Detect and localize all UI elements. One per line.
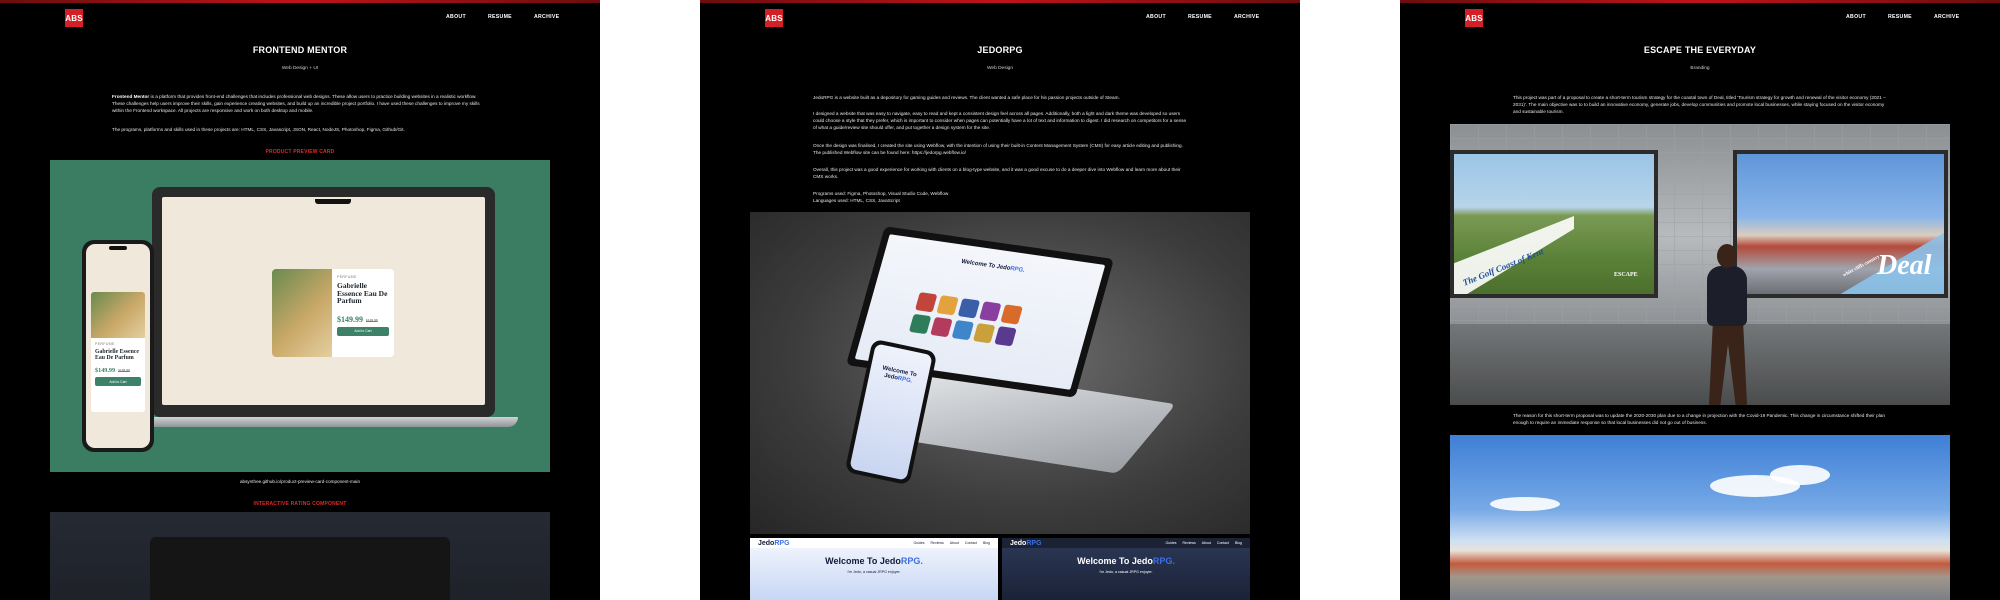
nav-resume[interactable]: RESUME: [488, 14, 512, 20]
site-brand[interactable]: JedoRPG: [1010, 540, 1042, 547]
project-link[interactable]: absynthee.github.io/product-preview-card…: [0, 479, 600, 484]
device-mockup-image: Welcome To JedoRPG. Welcome To JedoRPG.: [750, 212, 1250, 534]
product-price: $149.99: [95, 367, 116, 374]
site-nav-link[interactable]: About: [950, 541, 959, 545]
product-category: PERFUME: [95, 342, 115, 346]
site-nav-link[interactable]: About: [1202, 541, 1211, 545]
panel-frontend-mentor: ABS ABOUT RESUME ARCHIVE FRONTEND MENTOR…: [0, 0, 600, 600]
site-hero-heading: Welcome To JedoRPG.: [960, 258, 1026, 274]
site-navbar: JedoRPG Guides Reviews About Contact Blo…: [1002, 538, 1250, 548]
billboard-deal: white cliffs country Deal: [1733, 150, 1948, 298]
site-nav-link[interactable]: Guides: [1165, 541, 1176, 545]
page-subtitle: Web Design: [986, 66, 1014, 71]
abs-logo[interactable]: ABS: [1465, 9, 1483, 27]
intro-bold: Frontend Mentor: [112, 94, 150, 99]
section-heading-rating-component: INTERACTIVE RATING COMPONENT: [253, 501, 347, 507]
product-old-price: $169.99: [366, 318, 378, 323]
site-nav-link[interactable]: Blog: [983, 541, 990, 545]
product-card-desktop: PERFUME Gabrielle Essence Eau De Parfum …: [272, 269, 394, 357]
nav-archive[interactable]: ARCHIVE: [534, 14, 559, 20]
rating-component-mockup: [50, 512, 550, 600]
abs-logo[interactable]: ABS: [65, 9, 83, 27]
nav-archive[interactable]: ARCHIVE: [1934, 14, 1959, 20]
intro-paragraph: Frontend Mentor is a platform that provi…: [112, 93, 487, 114]
product-price: $149.99: [337, 314, 363, 324]
product-card-mobile: PERFUME Gabrielle Essence Eau De Parfum …: [91, 292, 145, 412]
billboard-right-headline: Deal: [1877, 250, 1932, 281]
nav-about[interactable]: ABOUT: [1146, 14, 1166, 20]
nav-about[interactable]: ABOUT: [1846, 14, 1866, 20]
site-hero-subtitle: I'm Jedo, a casual JRPG enjoyer.: [1099, 570, 1153, 574]
product-old-price: $169.99: [118, 369, 130, 373]
main-nav: ABOUT RESUME ARCHIVE: [1146, 14, 1259, 20]
laptop-mockup: [150, 537, 450, 600]
site-hero-subtitle: I'm Jedo, a casual JRPG enjoyer.: [847, 570, 901, 574]
intro-text: is a platform that provides front-end ch…: [112, 94, 480, 113]
programs-paragraph: Programs used: Figma, Photoshop, Visual …: [813, 191, 949, 203]
site-nav-link[interactable]: Contact: [965, 541, 977, 545]
panel-jedorpg: ABS ABOUT RESUME ARCHIVE JEDORPG Web Des…: [700, 0, 1300, 600]
coastal-town-photo: [1450, 435, 1950, 600]
site-hero-heading: Welcome To JedoRPG.: [881, 365, 918, 385]
skills-paragraph: The programs, platforms and skills used …: [112, 127, 405, 132]
site-brand[interactable]: JedoRPG: [758, 540, 790, 547]
billboard-photo: The Golf Coast of Kent ESCAPE white clif…: [1450, 124, 1950, 405]
description-paragraph: JedoRPG is a website built as a deposito…: [813, 95, 1120, 100]
walking-person: [1697, 244, 1759, 405]
perfume-image: [91, 292, 145, 338]
product-name: Gabrielle Essence Eau De Parfum: [95, 349, 139, 361]
site-nav-link[interactable]: Contact: [1217, 541, 1229, 545]
intro-paragraph: This project was part of a proposal to c…: [1513, 95, 1886, 114]
phone-mockup: PERFUME Gabrielle Essence Eau De Parfum …: [82, 240, 154, 452]
product-name: Gabrielle Essence Eau De Parfum: [337, 281, 388, 305]
site-hero-heading: Welcome To JedoRPG.: [1077, 556, 1175, 566]
description-paragraph: Once the design was finalised, I created…: [813, 143, 1183, 155]
site-hero-heading: Welcome To JedoRPG.: [825, 556, 923, 566]
page-title: JEDORPG: [977, 45, 1023, 55]
page-subtitle: Web Design + UI: [281, 66, 319, 71]
billboard-golf-coast: The Golf Coast of Kent ESCAPE: [1450, 150, 1658, 298]
top-accent-bar: [0, 0, 600, 3]
caption-paragraph: The reason for this short-term proposal …: [1513, 413, 1886, 425]
billboard-left-tag: ESCAPE: [1614, 272, 1638, 278]
description-paragraph: I designed a website that was easy to na…: [813, 111, 1187, 130]
page-subtitle: Branding: [1690, 66, 1710, 71]
page-title: ESCAPE THE EVERYDAY: [1643, 45, 1757, 55]
description-paragraph: Overall, this project was a good experie…: [813, 167, 1181, 179]
site-navbar: JedoRPG Guides Reviews About Contact Blo…: [750, 538, 998, 548]
nav-resume[interactable]: RESUME: [1888, 14, 1912, 20]
top-accent-bar: [700, 0, 1300, 3]
add-to-cart-button[interactable]: Add to Cart: [95, 377, 141, 386]
site-nav-link[interactable]: Reviews: [1183, 541, 1196, 545]
add-to-cart-button[interactable]: Add to Cart: [337, 326, 389, 336]
page-title: FRONTEND MENTOR: [252, 45, 348, 55]
main-nav: ABOUT RESUME ARCHIVE: [1846, 14, 1959, 20]
abs-logo[interactable]: ABS: [765, 9, 783, 27]
laptop-base: [130, 417, 518, 427]
nav-archive[interactable]: ARCHIVE: [1234, 14, 1259, 20]
product-category: PERFUME: [337, 275, 357, 279]
nav-about[interactable]: ABOUT: [446, 14, 466, 20]
main-nav: ABOUT RESUME ARCHIVE: [446, 14, 559, 20]
section-heading-product-preview: PRODUCT PREVIEW CARD: [265, 149, 335, 155]
dark-theme-preview: JedoRPG Guides Reviews About Contact Blo…: [1002, 538, 1250, 600]
product-preview-mockup: PERFUME Gabrielle Essence Eau De Parfum …: [50, 160, 550, 472]
panel-escape-the-everyday: ABS ABOUT RESUME ARCHIVE ESCAPE THE EVER…: [1400, 0, 2000, 600]
nav-resume[interactable]: RESUME: [1188, 14, 1212, 20]
perfume-image: [272, 269, 332, 357]
site-nav-link[interactable]: Reviews: [931, 541, 944, 545]
laptop-mockup: PERFUME Gabrielle Essence Eau De Parfum …: [152, 187, 495, 417]
site-nav-link[interactable]: Blog: [1235, 541, 1242, 545]
light-theme-preview: JedoRPG Guides Reviews About Contact Blo…: [750, 538, 998, 600]
top-accent-bar: [1400, 0, 2000, 3]
game-tiles: [908, 292, 1023, 347]
site-nav-link[interactable]: Guides: [913, 541, 924, 545]
